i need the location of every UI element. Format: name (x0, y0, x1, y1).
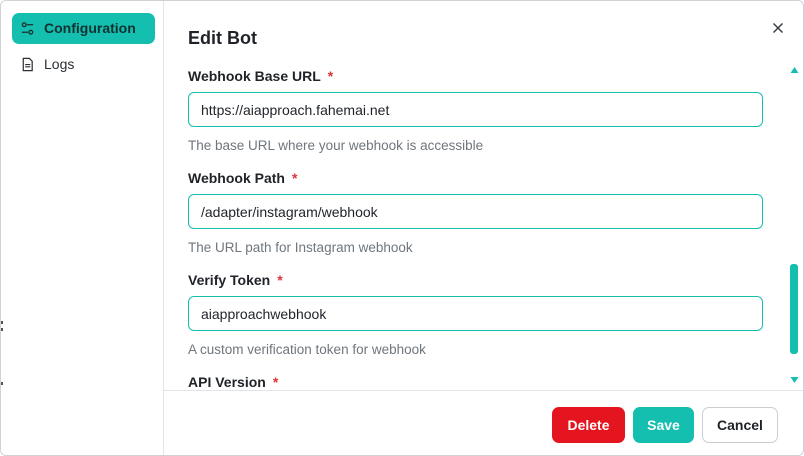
webhook-base-url-label: Webhook Base URL * (188, 68, 333, 84)
field-label-text: Webhook Path (188, 170, 285, 186)
required-mark: * (272, 374, 279, 390)
edge-mark (1, 321, 3, 324)
verify-token-help: A custom verification token for webhook (188, 342, 426, 357)
edge-mark (1, 328, 3, 331)
webhook-base-url-input[interactable] (188, 92, 763, 127)
field-label-text: Webhook Base URL (188, 68, 321, 84)
scrollbar-thumb[interactable] (790, 264, 798, 354)
sliders-icon (21, 22, 34, 35)
cancel-button[interactable]: Cancel (702, 407, 778, 443)
verify-token-input[interactable] (188, 296, 763, 331)
webhook-base-url-help: The base URL where your webhook is acces… (188, 138, 484, 153)
field-label-text: Verify Token (188, 272, 271, 288)
webhook-path-label: Webhook Path * (188, 170, 297, 186)
document-icon (22, 57, 33, 72)
sidebar-item-label: Configuration (44, 20, 136, 36)
required-mark: * (291, 170, 298, 186)
sidebar-item-configuration[interactable]: Configuration (12, 13, 155, 44)
scroll-down-arrow-icon[interactable] (790, 376, 799, 384)
webhook-path-input[interactable] (188, 194, 763, 229)
field-label-text: API Version (188, 374, 266, 390)
required-mark: * (327, 68, 334, 84)
required-mark: * (277, 272, 283, 288)
webhook-path-help: The URL path for Instagram webhook (188, 240, 413, 255)
sidebar-item-label: Logs (44, 56, 75, 72)
sidebar-item-logs[interactable]: Logs (12, 49, 155, 80)
api-version-label: API Version * (188, 374, 278, 390)
sidebar: Configuration Logs (1, 1, 164, 455)
footer-divider (164, 390, 803, 391)
edge-mark (1, 382, 3, 385)
scroll-up-arrow-icon[interactable] (790, 66, 799, 74)
dialog-title: Edit Bot (188, 28, 257, 48)
save-button[interactable]: Save (633, 407, 694, 443)
delete-button[interactable]: Delete (552, 407, 625, 443)
close-icon[interactable] (770, 20, 786, 36)
app-window: Configuration Logs Edit Bot Webhook Base… (0, 0, 804, 456)
verify-token-label: Verify Token * (188, 272, 283, 288)
